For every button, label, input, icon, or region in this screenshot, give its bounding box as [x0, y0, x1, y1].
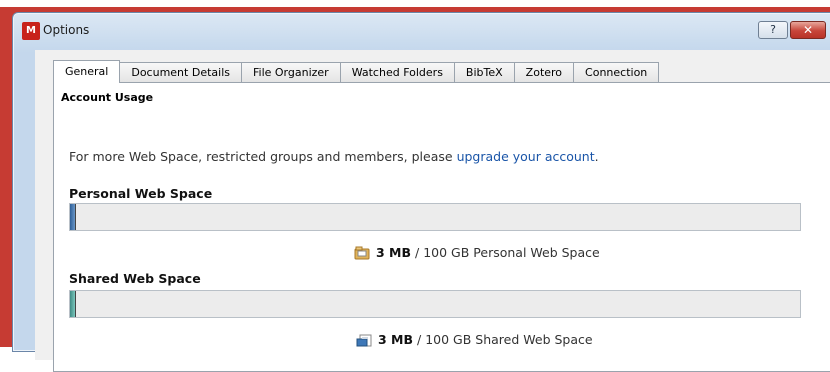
title-bar[interactable]: M Options ? ✕ [13, 13, 830, 49]
personal-total-text: / 100 GB Personal Web Space [415, 245, 600, 260]
tab-connection[interactable]: Connection [574, 62, 660, 83]
tab-general[interactable]: General [53, 60, 121, 83]
personal-space-bar [69, 203, 801, 231]
account-usage-heading: Account Usage [61, 91, 154, 104]
desktop-background [0, 0, 830, 7]
shared-usage-text: 3 MB / 100 GB Shared Web Space [356, 332, 593, 347]
info-suffix: . [594, 149, 599, 164]
tab-bibtex[interactable]: BibTeX [454, 62, 515, 83]
general-tab-panel: Account Usage For more Web Space, restri… [53, 82, 830, 372]
shared-space-bar [69, 290, 801, 318]
personal-used-value: 3 MB [376, 245, 412, 260]
tab-zotero[interactable]: Zotero [514, 62, 575, 83]
personal-space-bar-fill [70, 204, 76, 230]
tab-document-details[interactable]: Document Details [120, 62, 242, 83]
tab-watched-folders[interactable]: Watched Folders [340, 62, 455, 83]
info-text: For more Web Space, restricted groups an… [69, 149, 457, 164]
app-logo-icon: M [22, 22, 40, 40]
upgrade-account-link[interactable]: upgrade your account [457, 149, 595, 164]
window-title: Options [43, 23, 90, 37]
tab-strip: General Document Details File Organizer … [53, 60, 660, 83]
upgrade-info-text: For more Web Space, restricted groups an… [69, 149, 599, 164]
tab-file-organizer[interactable]: File Organizer [241, 62, 341, 83]
close-button[interactable]: ✕ [790, 21, 826, 39]
options-dialog: M Options ? ✕ General Document Details F… [12, 12, 830, 372]
help-button[interactable]: ? [758, 21, 788, 39]
dialog-client-area: General Document Details File Organizer … [35, 50, 830, 372]
shared-total-text: / 100 GB Shared Web Space [417, 332, 593, 347]
personal-usage-text: 3 MB / 100 GB Personal Web Space [354, 245, 600, 260]
personal-folder-icon [354, 246, 370, 260]
shared-space-bar-fill [70, 291, 76, 317]
shared-space-label: Shared Web Space [69, 271, 201, 286]
shared-folder-icon [356, 333, 372, 347]
shared-used-value: 3 MB [378, 332, 414, 347]
personal-space-label: Personal Web Space [69, 186, 213, 201]
